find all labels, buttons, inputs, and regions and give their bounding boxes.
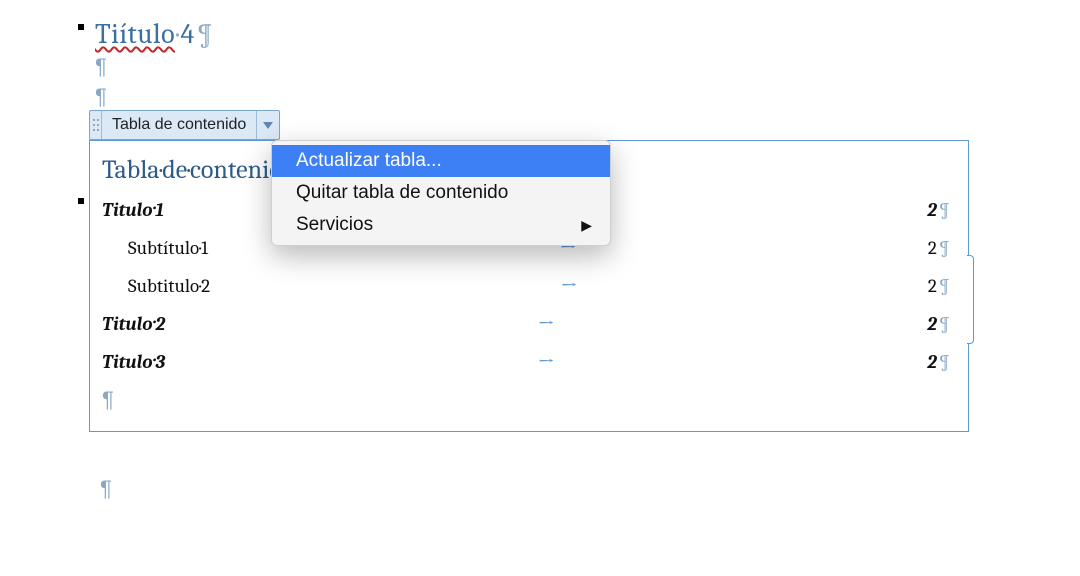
empty-paragraph[interactable]: ¶ [100,476,112,502]
menu-item-label: Servicios [296,214,373,236]
menu-item-1[interactable]: Quitar tabla de contenido [272,177,610,209]
menu-item-2[interactable]: Servicios ▶ [272,209,610,241]
toc-row[interactable]: Titulo·2→2¶ [102,311,950,337]
toc-entry-label: Titulo·3 [102,351,165,373]
menu-item-label: Quitar tabla de contenido [296,182,508,204]
menu-item-label: Actualizar tabla... [296,150,442,172]
heading-4-rest: 4 [181,18,195,50]
toc-entry-label: Titulo·1 [102,199,164,221]
tab-arrow-icon: → [165,349,927,375]
tab-arrow-icon: → [210,273,928,299]
pilcrow-icon: ¶ [937,237,950,259]
pilcrow-icon: ¶ [937,313,950,335]
toc-entry-page: 2¶ [928,275,950,297]
toc-entry-label: Titulo·2 [102,313,165,335]
toc-entry-page: 2¶ [927,199,950,221]
pilcrow-icon: ¶ [195,18,214,50]
heading-4[interactable]: Tiítulo·4¶ [95,18,214,50]
toc-row[interactable]: Titulo·3→2¶ [102,349,950,375]
pilcrow-icon: ¶ [95,84,107,109]
context-menu: Actualizar tabla... Quitar tabla de conte… [271,140,611,246]
toc-entry-page: 2¶ [928,237,950,259]
toc-entry-label: Subtítulo·1 [102,237,208,259]
toc-row[interactable]: Subtitulo·2→2¶ [102,273,950,299]
toc-field-label: Tabla de contenido [102,111,257,139]
pilcrow-icon: ¶ [937,275,950,297]
menu-item-0[interactable]: Actualizar tabla... [272,145,610,177]
empty-paragraph[interactable]: ¶ [95,84,1080,110]
object-anchor-icon [78,24,84,30]
toc-dropdown-button[interactable] [257,111,279,139]
drag-grip-icon[interactable] [90,111,102,139]
toc-entry-label: Subtitulo·2 [102,275,210,297]
pilcrow-icon: ¶ [937,199,950,221]
toc-field-control[interactable]: Tabla de contenido [89,110,280,140]
tab-arrow-icon: → [165,311,927,337]
toc-title-text: Tabla·de·contenido [102,155,295,185]
empty-paragraph[interactable]: ¶ [95,54,1080,80]
toc-entry-page: 2¶ [927,351,950,373]
heading-4-text: Tiítulo [95,18,175,52]
pilcrow-icon: ¶ [102,387,950,413]
object-anchor-icon [78,198,84,204]
chevron-down-icon [262,120,274,130]
toc-entry-page: 2¶ [927,313,950,335]
pilcrow-icon: ¶ [937,351,950,373]
pilcrow-icon: ¶ [95,54,107,79]
submenu-arrow-icon: ▶ [581,217,592,234]
pilcrow-icon: ¶ [100,476,112,501]
